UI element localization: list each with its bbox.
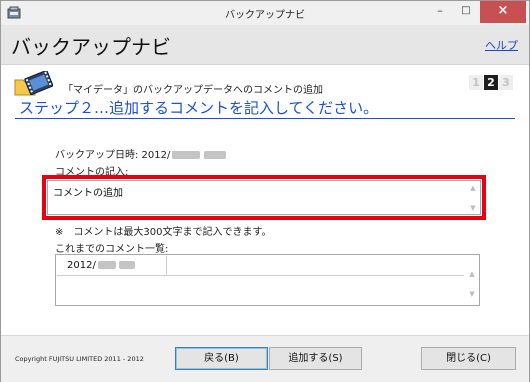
copyright-text: Copyright FUJITSU LIMITED 2011 - 2012	[15, 355, 144, 363]
comment-limit-note: ※ コメントは最大300文字まで記入できます。	[55, 227, 272, 238]
redacted-time	[204, 151, 227, 159]
step-2-indicator: 2	[484, 75, 498, 90]
step-divider	[15, 118, 515, 119]
redacted-date	[97, 261, 116, 269]
comment-textarea[interactable]: コメントの追加 ▲ ▼	[47, 180, 481, 215]
comment-history-list[interactable]: 2012/ ▲ ▼	[55, 254, 480, 306]
history-scrollbar[interactable]: ▲ ▼	[467, 259, 477, 303]
folder-film-icon	[13, 69, 54, 97]
page-title: バックアップナビ	[11, 35, 171, 59]
add-comment-button[interactable]: 追加する(S)	[269, 347, 362, 370]
step-indicator: 123	[469, 75, 514, 90]
redacted-time	[118, 261, 135, 269]
minimize-button[interactable]: –	[427, 1, 453, 23]
scroll-down-icon[interactable]: ▼	[468, 203, 478, 213]
step-1-indicator: 1	[469, 75, 483, 90]
scroll-up-icon[interactable]: ▲	[467, 269, 477, 279]
close-window-button[interactable]: ×	[480, 1, 526, 23]
history-date-text: 2012/	[67, 260, 96, 271]
scroll-up-icon[interactable]: ▲	[468, 183, 478, 193]
close-button[interactable]: 閉じる(C)	[421, 347, 516, 370]
history-comment-cell	[167, 256, 464, 276]
comment-scrollbar[interactable]: ▲ ▼	[468, 183, 478, 213]
list-item[interactable]: 2012/	[57, 256, 464, 276]
title-bar: バックアップナビ – □ ×	[1, 1, 529, 25]
history-date-cell: 2012/	[57, 256, 167, 276]
backup-date-label: バックアップ日時: 2012/	[55, 146, 227, 161]
footer: Copyright FUJITSU LIMITED 2011 - 2012 戻る…	[1, 335, 529, 382]
help-link[interactable]: ヘルプ	[485, 37, 518, 53]
app-window: バックアップナビ – □ × バックアップナビ ヘルプ 「マイデータ」のバックア	[0, 0, 530, 382]
scroll-down-icon[interactable]: ▼	[467, 289, 477, 299]
step-heading: ステップ２…追加するコメントを記入してください。	[19, 99, 379, 117]
comment-text: コメントの追加	[53, 188, 123, 199]
history-label: これまでのコメント一覧:	[55, 244, 169, 255]
page-header: バックアップナビ ヘルプ	[1, 25, 529, 65]
redacted-date	[172, 151, 201, 159]
backup-date-text: バックアップ日時: 2012/	[55, 150, 171, 161]
step-caption: 「マイデータ」のバックアップデータへのコメントの追加	[63, 85, 323, 96]
step-3-indicator: 3	[499, 75, 513, 90]
maximize-button[interactable]: □	[453, 1, 479, 23]
back-button[interactable]: 戻る(B)	[175, 347, 268, 370]
